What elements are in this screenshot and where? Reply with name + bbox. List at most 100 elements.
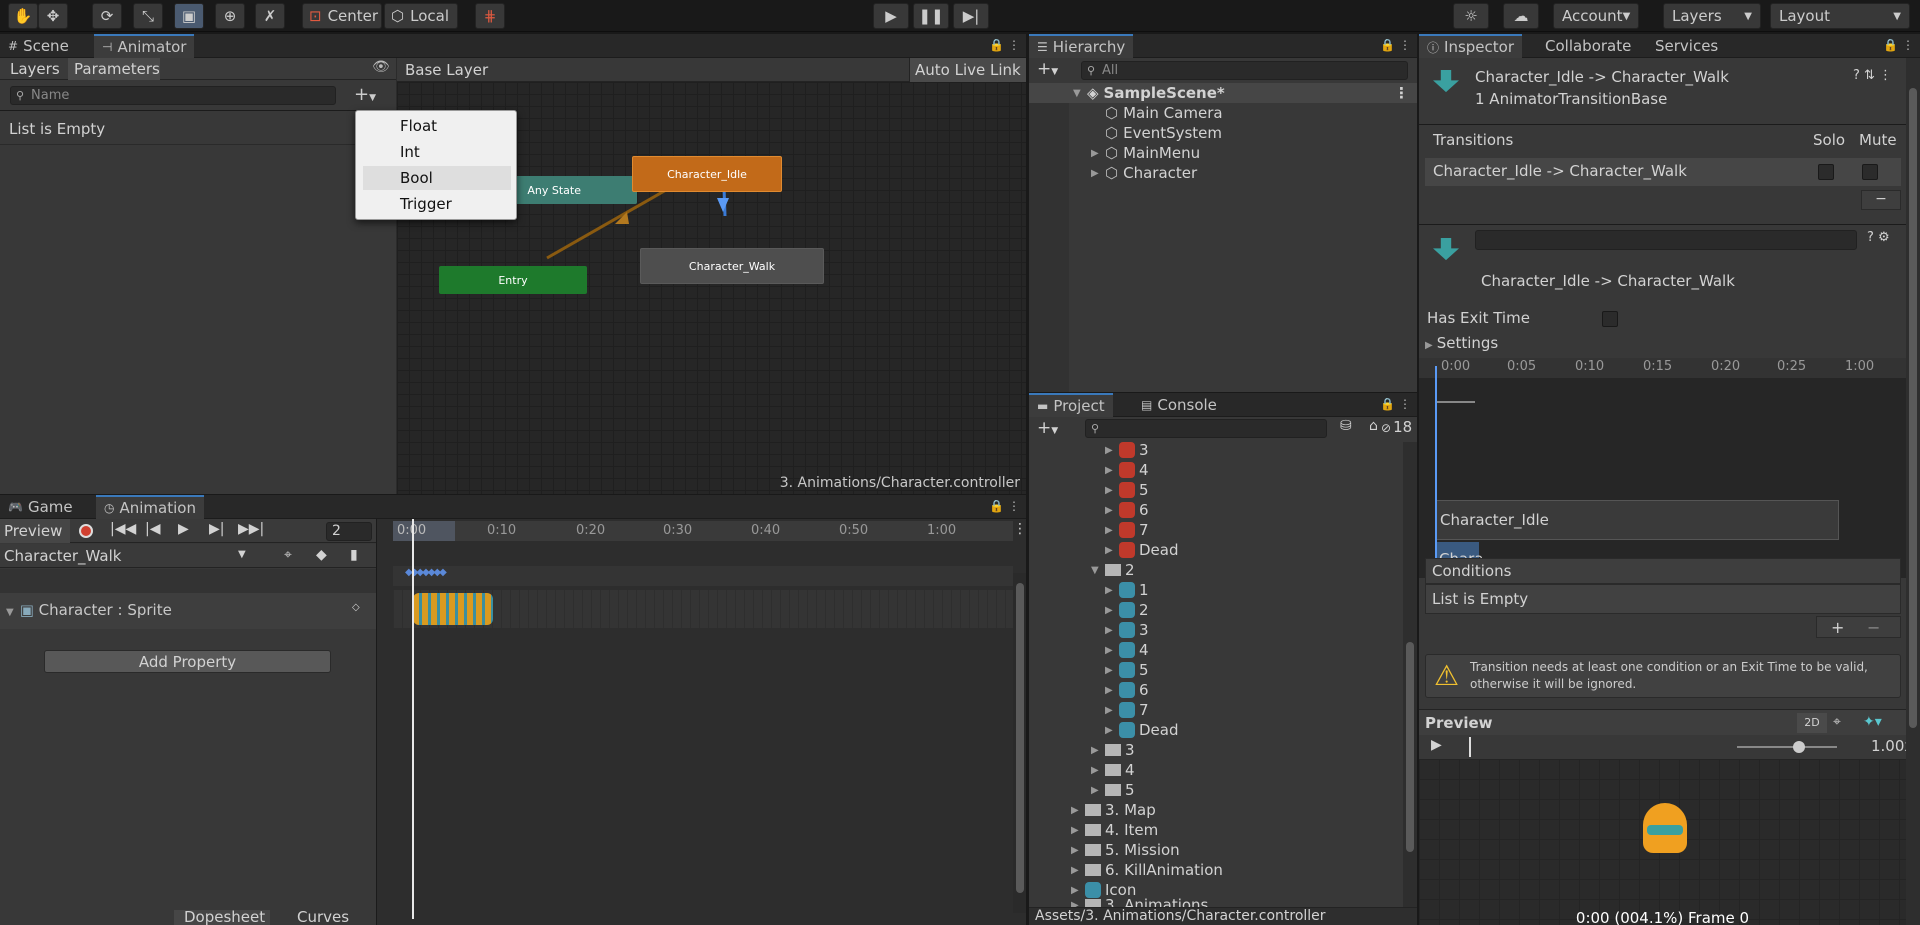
transition-marker[interactable]	[1435, 366, 1437, 578]
play-icon[interactable]: ▶	[873, 3, 909, 29]
add-property-button[interactable]: Add Property	[44, 650, 331, 673]
remove-transition-button[interactable]: −	[1861, 190, 1901, 210]
menu-item-int[interactable]: Int	[400, 143, 420, 161]
param-search-input[interactable]: Name	[10, 86, 336, 105]
folder-row[interactable]: ▶ 5. Mission	[1071, 840, 1180, 860]
pause-icon[interactable]: ❚❚	[913, 3, 949, 29]
transition-timeline[interactable]: 0:00 0:05 0:10 0:15 0:20 0:25 1:00 Chara…	[1419, 358, 1906, 578]
sprite-keyframes[interactable]	[413, 593, 493, 625]
snap-icon[interactable]: ⋕	[475, 3, 505, 29]
scene-row[interactable]: ▼ ◈ SampleScene* ⋮	[1029, 83, 1417, 103]
move-tool-icon[interactable]: ✥	[38, 3, 68, 29]
asset-row[interactable]: ▶ 4	[1105, 640, 1149, 660]
play-animation-icon[interactable]: ▶	[178, 521, 189, 537]
rect-tool-icon[interactable]: ▣	[174, 3, 204, 29]
asset-row[interactable]: ▶ Dead	[1105, 540, 1179, 560]
space-toggle[interactable]: ⬡ Local	[384, 3, 458, 29]
clip-dropdown[interactable]: Character_Walk ▼	[0, 545, 256, 567]
solo-checkbox[interactable]	[1818, 164, 1834, 180]
preview-play-icon[interactable]: ▶	[1431, 737, 1442, 753]
menu-item-trigger[interactable]: Trigger	[400, 195, 452, 213]
settings-gear-icon[interactable]: ? ⚙	[1867, 230, 1890, 245]
avatar-icon[interactable]: ✦▾	[1863, 714, 1882, 730]
tab-animator[interactable]: ⊣ Animator	[94, 34, 195, 58]
panel-menu-icon[interactable]: 🔒 ⋮	[1380, 38, 1411, 52]
timeline-scrollbar[interactable]	[1013, 573, 1026, 913]
last-key-icon[interactable]: ▶▶|	[238, 521, 264, 537]
hand-tool-icon[interactable]: ✋	[8, 3, 38, 29]
timeline-menu-icon[interactable]: ⋮	[1013, 521, 1026, 537]
pivot-toggle[interactable]: ⊡ Center	[302, 3, 382, 29]
hierarchy-item[interactable]: ⬡ Main Camera	[1105, 103, 1223, 123]
hierarchy-item[interactable]: ▶ ⬡ MainMenu	[1091, 143, 1200, 163]
asset-row[interactable]: ▶ 3	[1105, 620, 1149, 640]
project-scrollbar[interactable]	[1403, 442, 1417, 907]
hierarchy-item[interactable]: ▶ ⬡ Character	[1091, 163, 1197, 183]
asset-row[interactable]: ▶ 6	[1105, 500, 1149, 520]
lighting-icon[interactable]: ☼	[1453, 3, 1489, 29]
tab-game[interactable]: 🎮 Game	[0, 495, 81, 519]
dopesheet-tab[interactable]: Dopesheet	[174, 908, 270, 925]
tab-inspector[interactable]: ⓘ Inspector	[1419, 34, 1522, 58]
dopesheet-area[interactable]: 0:00 0:10 0:20 0:30 0:40 0:50 1:00 ⋮ ◆◆◆…	[376, 519, 1026, 925]
tab-services[interactable]: Services	[1647, 34, 1726, 58]
asset-row[interactable]: ▶ 5	[1105, 660, 1149, 680]
label-icon[interactable]: ⌂	[1369, 418, 1378, 434]
project-search-input[interactable]	[1085, 419, 1327, 438]
menu-item-bool[interactable]: Bool	[363, 166, 511, 190]
scroll-thumb[interactable]	[1909, 88, 1917, 728]
asset-row[interactable]: ▶ 5	[1105, 480, 1149, 500]
rotate-tool-icon[interactable]: ⟳	[92, 3, 122, 29]
panel-menu-icon[interactable]: 🔒 ⋮	[989, 38, 1020, 52]
mute-checkbox[interactable]	[1862, 164, 1878, 180]
remove-condition-button[interactable]: −	[1867, 618, 1880, 637]
scroll-thumb[interactable]	[1016, 583, 1024, 893]
folder-row[interactable]: ▶ 4. Item	[1071, 820, 1158, 840]
folder-row[interactable]: ▶ 4	[1091, 760, 1135, 780]
first-key-icon[interactable]: |◀◀	[110, 521, 136, 537]
panel-menu-icon[interactable]: 🔒 ⋮	[1883, 38, 1914, 52]
asset-row[interactable]: ▶ 4	[1105, 460, 1149, 480]
preview-toggle[interactable]: Preview	[0, 519, 70, 543]
speed-slider-thumb[interactable]	[1793, 741, 1805, 753]
character-idle-node[interactable]: Character_Idle	[632, 156, 782, 192]
hidden-count[interactable]: ⊘ 18	[1381, 418, 1412, 436]
add-parameter-button[interactable]: +▼	[354, 84, 376, 105]
preview-viewport[interactable]: 0:00 (004.1%) Frame 0	[1419, 759, 1906, 925]
pivot-icon[interactable]: ⌖	[1833, 714, 1841, 730]
asset-row[interactable]: ▶ Icon	[1071, 880, 1136, 900]
next-key-icon[interactable]: ▶|	[209, 521, 224, 537]
tab-scene[interactable]: # Scene	[0, 34, 77, 58]
layers-dropdown[interactable]: Layers ▼	[1663, 3, 1761, 29]
folder-row[interactable]: ▶ 3. Map	[1071, 800, 1156, 820]
character-walk-node[interactable]: Character_Walk	[640, 248, 824, 284]
settings-foldout[interactable]: ▶ Settings	[1425, 334, 1498, 352]
prev-key-icon[interactable]: |◀	[145, 521, 160, 537]
transform-tool-icon[interactable]: ⊕	[215, 3, 245, 29]
tab-collaborate[interactable]: Collaborate	[1537, 34, 1639, 58]
folder-row[interactable]: ▶ 5	[1091, 780, 1135, 800]
layout-dropdown[interactable]: Layout ▼	[1770, 3, 1910, 29]
parameters-subtab[interactable]: Parameters	[68, 58, 160, 80]
asset-row[interactable]: ▶ 6	[1105, 680, 1149, 700]
create-icon[interactable]: +▼	[1037, 59, 1058, 79]
asset-row[interactable]: ▶ 3	[1105, 440, 1149, 460]
tab-console[interactable]: ▤ Console	[1133, 393, 1225, 417]
layers-subtab[interactable]: Layers	[10, 60, 60, 78]
hierarchy-search-input[interactable]: All	[1081, 61, 1408, 80]
add-event-icon[interactable]: ▮	[350, 547, 358, 563]
time-ruler[interactable]: 0:00 0:10 0:20 0:30 0:40 0:50 1:00	[393, 521, 1013, 541]
panel-menu-icon[interactable]: 🔒 ⋮	[1380, 397, 1411, 411]
folder-row[interactable]: ▼ 2	[1091, 560, 1135, 580]
tab-animation[interactable]: ◷ Animation	[96, 495, 204, 519]
filter-icon[interactable]: ⌖	[284, 547, 292, 563]
menu-item-float[interactable]: Float	[400, 117, 437, 135]
create-asset-icon[interactable]: +▼	[1037, 418, 1058, 438]
asset-row[interactable]: ▶ 7	[1105, 700, 1149, 720]
transition-list-row[interactable]: Character_Idle -> Character_Walk	[1425, 158, 1901, 186]
has-exit-time-checkbox[interactable]	[1602, 311, 1618, 327]
entry-node[interactable]: Entry	[439, 266, 587, 294]
speed-slider[interactable]	[1737, 746, 1837, 748]
transition-name-field[interactable]	[1475, 230, 1857, 250]
mode-2d-toggle[interactable]: 2D	[1797, 713, 1827, 733]
